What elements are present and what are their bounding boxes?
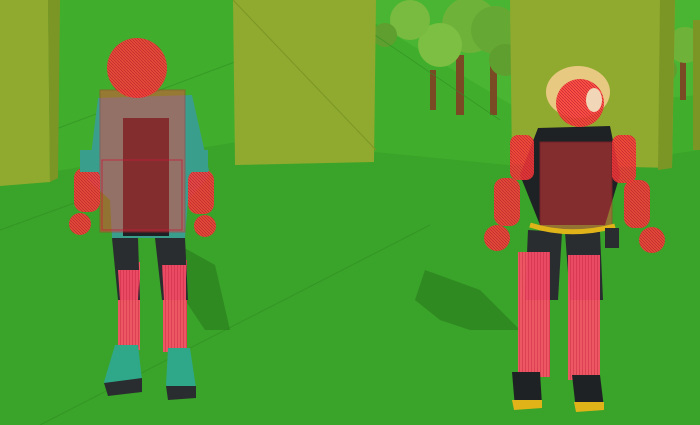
wall-block-left xyxy=(0,0,60,186)
torso-collider xyxy=(99,89,186,233)
arm-left xyxy=(494,178,520,226)
leg-right xyxy=(568,255,600,380)
hand-left xyxy=(484,225,510,251)
arm-right xyxy=(188,170,214,214)
wall-block-center xyxy=(232,0,377,165)
arm-right xyxy=(624,180,650,228)
hand-right xyxy=(639,227,665,253)
hand-left xyxy=(69,213,91,235)
torso-collider xyxy=(539,141,613,231)
wall-edge xyxy=(693,20,700,150)
leg-left xyxy=(518,252,550,377)
arm-left xyxy=(74,168,100,212)
game-viewport[interactable] xyxy=(0,0,700,425)
head-collider xyxy=(107,38,167,98)
hand-right xyxy=(194,215,216,237)
